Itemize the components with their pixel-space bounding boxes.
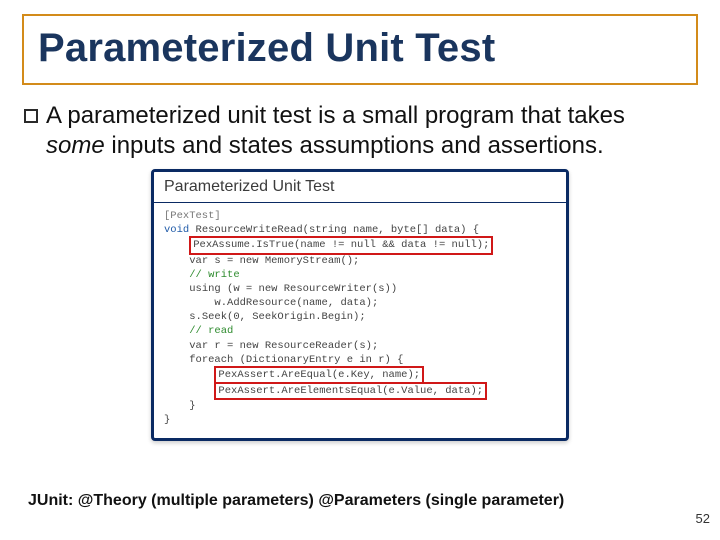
junit-note: JUnit: @Theory (multiple parameters) @Pa…	[28, 492, 564, 510]
assume-highlight: PexAssume.IsTrue(name != null && data !=…	[189, 236, 493, 254]
code-line: foreach (DictionaryEntry e in r) {	[189, 354, 403, 366]
slide: Parameterized Unit Test A parameterized …	[0, 0, 720, 540]
bullet-text: A parameterized unit test is a small pro…	[46, 101, 664, 161]
code-comment-write: // write	[189, 269, 239, 281]
code-card: Parameterized Unit Test [PexTest] void R…	[151, 169, 569, 441]
code-attr: [PexTest]	[164, 210, 221, 222]
code-sig: void ResourceWriteRead(string name, byte…	[164, 224, 479, 236]
code-method-name: ResourceWriteRead	[196, 224, 303, 236]
code-line: }	[164, 414, 170, 426]
code-card-header: Parameterized Unit Test	[154, 172, 566, 203]
code-comment-read: // read	[189, 325, 233, 337]
bullet-row: A parameterized unit test is a small pro…	[24, 101, 664, 161]
code-line: w.AddResource(name, data);	[189, 297, 378, 309]
code-line: }	[189, 400, 195, 412]
bullet-em: some	[46, 132, 105, 159]
bullet-pre: A parameterized unit test is a small pro…	[46, 102, 625, 129]
code-line: var r = new ResourceReader(s);	[189, 340, 378, 352]
title-box: Parameterized Unit Test	[22, 14, 698, 85]
bullet-square-icon	[24, 109, 38, 123]
slide-title: Parameterized Unit Test	[38, 26, 682, 71]
bullet-post: inputs and states assumptions and assert…	[105, 132, 604, 159]
code-body: [PexTest] void ResourceWriteRead(string …	[154, 203, 566, 438]
page-number: 52	[696, 511, 710, 526]
code-line: s.Seek(0, SeekOrigin.Begin);	[189, 311, 365, 323]
kw-void: void	[164, 224, 196, 236]
code-line: var s = new MemoryStream();	[189, 255, 359, 267]
code-line: using (w = new ResourceWriter(s))	[189, 283, 397, 295]
code-params: (string name, byte[] data) {	[303, 224, 479, 236]
assert-highlight-2: PexAssert.AreElementsEqual(e.Value, data…	[214, 382, 487, 400]
